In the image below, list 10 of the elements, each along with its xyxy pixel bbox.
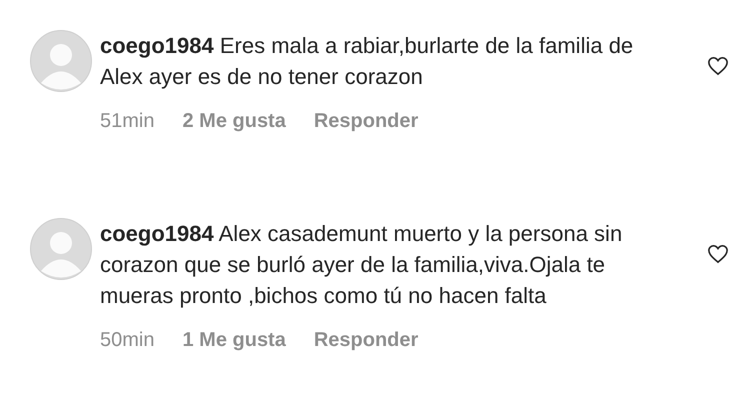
comment-text: coego1984 Alex casademunt muerto y la persona sin corazon que se burló ayer de la familia,viva.Ojala te mueras pronto ,bichos como tú no hacen falta: [100, 220, 624, 310]
heart-icon[interactable]: [707, 56, 729, 76]
reply-link[interactable]: Responder: [314, 110, 418, 133]
likes-link[interactable]: 2 Me gusta: [182, 110, 286, 133]
comment-text: coego1984 Eres mala a rabiar,burlarte de la familia de Alex ayer es de no tener corazon: [100, 32, 634, 91]
likes-link[interactable]: 1 Me gusta: [182, 329, 286, 352]
comment-time: 51min: [100, 110, 154, 133]
comment-time: 50min: [100, 329, 154, 352]
reply-link[interactable]: Responder: [314, 329, 418, 352]
heart-icon[interactable]: [707, 244, 729, 264]
